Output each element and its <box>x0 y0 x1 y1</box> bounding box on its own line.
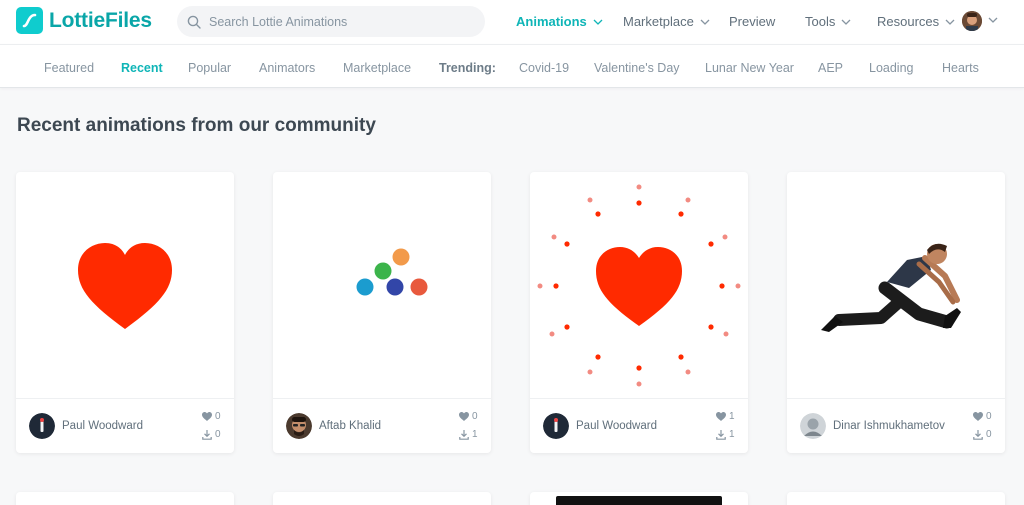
brand-name: LottieFiles <box>49 8 152 32</box>
logo[interactable]: LottieFiles <box>16 7 152 34</box>
trending-label: Trending: <box>439 61 496 75</box>
likes-value: 0 <box>215 411 221 422</box>
likes-count: 1 <box>716 411 735 422</box>
likes-count: 0 <box>459 411 478 422</box>
heart-icon <box>716 412 726 421</box>
search-icon <box>187 15 201 29</box>
search-input[interactable] <box>209 14 469 29</box>
author-name[interactable]: Paul Woodward <box>576 420 657 432</box>
animation-preview[interactable] <box>273 172 491 398</box>
nav-tools[interactable]: Tools <box>805 14 851 29</box>
download-icon <box>202 429 212 440</box>
trending-hearts[interactable]: Hearts <box>942 61 979 75</box>
nav-preview[interactable]: Preview <box>729 14 775 29</box>
nav-resources-label: Resources <box>877 14 940 29</box>
subnav-animators[interactable]: Animators <box>259 61 315 75</box>
dots-loading-animation <box>356 248 428 296</box>
likes-value: 0 <box>986 411 992 422</box>
chevron-down-icon[interactable] <box>988 17 998 23</box>
card-footer: Paul Woodward 1 1 <box>530 398 748 453</box>
trending-lunar-new-year[interactable]: Lunar New Year <box>705 61 794 75</box>
animation-card[interactable] <box>273 492 491 505</box>
nav-marketplace[interactable]: Marketplace <box>623 14 710 29</box>
card-footer: Aftab Khalid 0 1 <box>273 398 491 453</box>
heart-icon <box>202 412 212 421</box>
animation-card[interactable]: Paul Woodward 1 1 <box>530 172 748 453</box>
heart-burst-animation <box>537 184 741 387</box>
nav-marketplace-label: Marketplace <box>623 14 694 29</box>
animation-card[interactable] <box>787 492 1005 505</box>
author-name[interactable]: Paul Woodward <box>62 420 143 432</box>
downloads-value: 1 <box>729 429 735 440</box>
chevron-down-icon <box>700 19 710 25</box>
trending-aep[interactable]: AEP <box>818 61 843 75</box>
animation-card[interactable] <box>16 492 234 505</box>
top-navbar: LottieFiles Animations Marketplace Previ… <box>0 0 1024 44</box>
heart-icon <box>973 412 983 421</box>
trending-covid[interactable]: Covid-19 <box>519 61 569 75</box>
downloads-value: 1 <box>472 429 478 440</box>
author-avatar[interactable] <box>29 413 55 439</box>
trending-valentines[interactable]: Valentine's Day <box>594 61 680 75</box>
downloads-value: 0 <box>215 429 221 440</box>
animation-card[interactable]: Aftab Khalid 0 1 <box>273 172 491 453</box>
downloads-count: 0 <box>973 429 992 440</box>
user-avatar[interactable] <box>962 11 982 31</box>
heart-icon <box>459 412 469 421</box>
animation-card[interactable]: Dinar Ishmukhametov 0 0 <box>787 172 1005 453</box>
search-bar[interactable] <box>177 6 485 37</box>
author-avatar[interactable] <box>543 413 569 439</box>
animation-preview[interactable] <box>16 172 234 398</box>
subnav-featured[interactable]: Featured <box>44 61 94 75</box>
download-icon <box>716 429 726 440</box>
downloads-value: 0 <box>986 429 992 440</box>
animation-preview[interactable] <box>530 172 748 398</box>
stretching-person-animation <box>821 243 961 332</box>
chevron-down-icon <box>593 19 603 25</box>
nav-preview-label: Preview <box>729 14 776 29</box>
likes-count: 0 <box>202 411 221 422</box>
animation-card[interactable] <box>530 492 748 505</box>
nav-animations[interactable]: Animations <box>516 14 603 29</box>
nav-animations-label: Animations <box>516 14 587 29</box>
downloads-count: 0 <box>202 429 221 440</box>
subnav-marketplace[interactable]: Marketplace <box>343 61 411 75</box>
downloads-count: 1 <box>716 429 735 440</box>
category-navbar: Featured Recent Popular Animators Market… <box>0 44 1024 88</box>
author-avatar[interactable] <box>286 413 312 439</box>
author-avatar[interactable] <box>800 413 826 439</box>
chevron-down-icon <box>841 19 851 25</box>
animation-card[interactable]: Paul Woodward 0 0 <box>16 172 234 453</box>
trending-loading[interactable]: Loading <box>869 61 914 75</box>
chevron-down-icon <box>945 19 955 25</box>
animation-preview[interactable] <box>787 172 1005 398</box>
download-icon <box>459 429 469 440</box>
nav-tools-label: Tools <box>805 14 836 29</box>
author-name[interactable]: Dinar Ishmukhametov <box>833 420 945 432</box>
animation-preview[interactable] <box>556 496 722 505</box>
likes-count: 0 <box>973 411 992 422</box>
nav-resources[interactable]: Resources <box>877 14 955 29</box>
card-footer: Dinar Ishmukhametov 0 0 <box>787 398 1005 453</box>
likes-value: 0 <box>472 411 478 422</box>
download-icon <box>973 429 983 440</box>
author-name[interactable]: Aftab Khalid <box>319 420 381 432</box>
heart-animation <box>78 243 172 329</box>
page-title: Recent animations from our community <box>17 115 376 136</box>
likes-value: 1 <box>729 411 735 422</box>
subnav-popular[interactable]: Popular <box>188 61 231 75</box>
subnav-recent[interactable]: Recent <box>121 61 163 75</box>
lottiefiles-logo-icon <box>16 7 43 34</box>
card-footer: Paul Woodward 0 0 <box>16 398 234 453</box>
downloads-count: 1 <box>459 429 478 440</box>
